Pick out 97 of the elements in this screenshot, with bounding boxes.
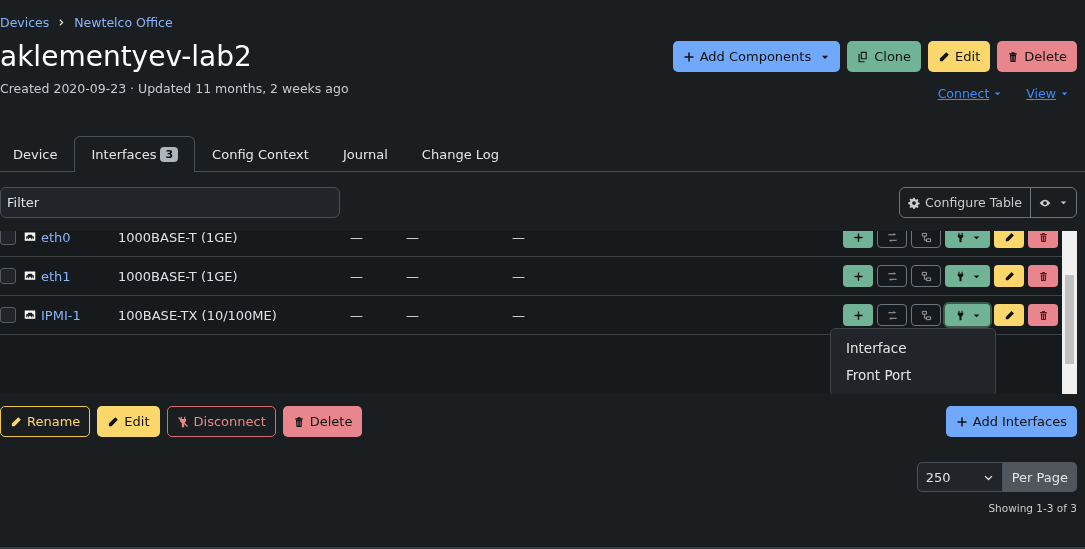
plus-icon bbox=[955, 415, 968, 428]
ethernet-port-icon bbox=[24, 231, 36, 243]
menu-item[interactable]: Interface bbox=[831, 335, 995, 362]
topology-button[interactable] bbox=[911, 304, 941, 326]
edit-button[interactable]: Edit bbox=[928, 41, 991, 72]
select-value: 250 bbox=[925, 469, 951, 485]
connect-button[interactable] bbox=[945, 231, 990, 248]
add-button[interactable] bbox=[843, 231, 873, 248]
menu-item[interactable]: Front Port bbox=[831, 362, 995, 389]
delete-button[interactable]: Delete bbox=[997, 41, 1077, 72]
network-icon bbox=[920, 309, 932, 321]
network-icon bbox=[920, 231, 932, 243]
trace-button[interactable] bbox=[877, 265, 907, 287]
caret-icon bbox=[1059, 198, 1068, 207]
pencil-icon bbox=[1003, 309, 1015, 321]
row-checkbox[interactable] bbox=[0, 268, 16, 284]
table-cell-text: — bbox=[350, 231, 364, 245]
per-page-select[interactable]: 250 bbox=[916, 462, 1003, 492]
scrollbar[interactable] bbox=[1062, 231, 1077, 394]
edit-button[interactable] bbox=[994, 304, 1024, 326]
caret-icon bbox=[1060, 89, 1069, 98]
ethernet-port-icon bbox=[24, 270, 36, 282]
unplug-icon bbox=[176, 415, 189, 428]
topology-button[interactable] bbox=[911, 265, 941, 287]
table-cell-text: — bbox=[512, 231, 526, 245]
pencil-icon bbox=[107, 415, 120, 428]
ethernet-port-icon bbox=[24, 309, 36, 321]
add-button[interactable] bbox=[843, 304, 873, 326]
tab[interactable]: Config Context bbox=[195, 136, 326, 172]
tab[interactable]: Device bbox=[0, 136, 75, 172]
swap-icon bbox=[886, 231, 898, 243]
pencil-icon bbox=[1003, 270, 1015, 282]
trace-button[interactable] bbox=[877, 231, 907, 248]
plus-icon bbox=[852, 270, 864, 282]
trash-icon bbox=[292, 415, 305, 428]
clone-button[interactable]: Clone bbox=[847, 41, 922, 72]
per-page-label: Per Page bbox=[1002, 462, 1077, 492]
dropdown-link[interactable]: View bbox=[1026, 86, 1069, 101]
plus-icon bbox=[682, 50, 695, 63]
table-cell-text: — bbox=[406, 307, 420, 323]
network-icon bbox=[920, 270, 932, 282]
tab[interactable]: Journal bbox=[325, 136, 405, 172]
table-cell-text: 1000BASE-T (1GE) bbox=[118, 231, 239, 245]
pencil-icon bbox=[10, 415, 22, 428]
topology-button[interactable] bbox=[911, 231, 941, 248]
page-title: aklementyev-lab2 bbox=[0, 39, 253, 75]
edit-button[interactable]: Edit bbox=[97, 406, 160, 437]
interface-link[interactable]: eth0 bbox=[41, 231, 71, 245]
tab[interactable]: Change Log bbox=[404, 136, 516, 172]
pencil-icon bbox=[938, 50, 951, 63]
count-badge: 3 bbox=[160, 147, 179, 162]
filter-field[interactable]: Filter bbox=[0, 187, 340, 218]
table-cell-text: — bbox=[406, 268, 420, 284]
edit-button[interactable] bbox=[994, 265, 1024, 287]
swap-icon bbox=[886, 270, 898, 282]
pencil-icon bbox=[1003, 231, 1015, 243]
settings-icon bbox=[908, 196, 921, 209]
trash-icon bbox=[1037, 231, 1049, 243]
pagination-info: Showing 1-3 of 3 bbox=[987, 502, 1077, 514]
table-cell-text: 1000BASE-T (1GE) bbox=[118, 268, 239, 284]
table-cell-text: — bbox=[350, 307, 364, 323]
copy-icon bbox=[857, 50, 870, 63]
timestamp-text: Created 2020-09-23 · Updated 11 months, 2 weeks ago bbox=[0, 81, 349, 96]
interface-link[interactable]: eth1 bbox=[41, 268, 71, 284]
row-checkbox[interactable] bbox=[0, 307, 16, 323]
add-interfaces-button[interactable]: Add Interfaces bbox=[945, 406, 1077, 437]
trace-button[interactable] bbox=[877, 304, 907, 326]
disconnect-button[interactable]: Disconnect bbox=[166, 406, 276, 437]
add-button[interactable]: Add Components bbox=[672, 41, 841, 72]
connect-button[interactable] bbox=[945, 265, 990, 287]
trash-icon bbox=[1007, 50, 1020, 63]
connect-button[interactable] bbox=[945, 304, 990, 326]
delete-button[interactable] bbox=[1028, 231, 1058, 248]
plus-icon bbox=[852, 309, 864, 321]
table-cell-text: — bbox=[512, 307, 526, 323]
trash-icon bbox=[1037, 309, 1049, 321]
chevron-icon bbox=[57, 17, 67, 27]
dropdown-link[interactable]: Connect bbox=[937, 86, 1003, 101]
plus-icon bbox=[852, 231, 864, 243]
interface-link[interactable]: IPMI-1 bbox=[41, 307, 81, 323]
add-button[interactable] bbox=[843, 265, 873, 287]
edit-button[interactable] bbox=[994, 231, 1024, 248]
breadcrumb-link[interactable]: Devices bbox=[0, 14, 50, 30]
delete-button[interactable] bbox=[1028, 304, 1058, 326]
table-cell-text: 100BASE-TX (10/100ME) bbox=[118, 307, 278, 323]
table-cell-text: — bbox=[350, 268, 364, 284]
breadcrumb-link[interactable]: Newtelco Office bbox=[74, 14, 173, 30]
table-cell-text: — bbox=[512, 268, 526, 284]
trash-icon bbox=[1037, 270, 1049, 282]
tab[interactable]: Interfaces 3 bbox=[74, 136, 196, 172]
delete-button[interactable]: Delete bbox=[282, 406, 363, 437]
delete-button[interactable] bbox=[1028, 265, 1058, 287]
swap-icon bbox=[886, 309, 898, 321]
row-checkbox[interactable] bbox=[0, 231, 16, 245]
caret-icon bbox=[993, 89, 1003, 98]
rename-button[interactable]: Rename bbox=[0, 406, 91, 437]
table-cell-text: — bbox=[406, 231, 420, 245]
